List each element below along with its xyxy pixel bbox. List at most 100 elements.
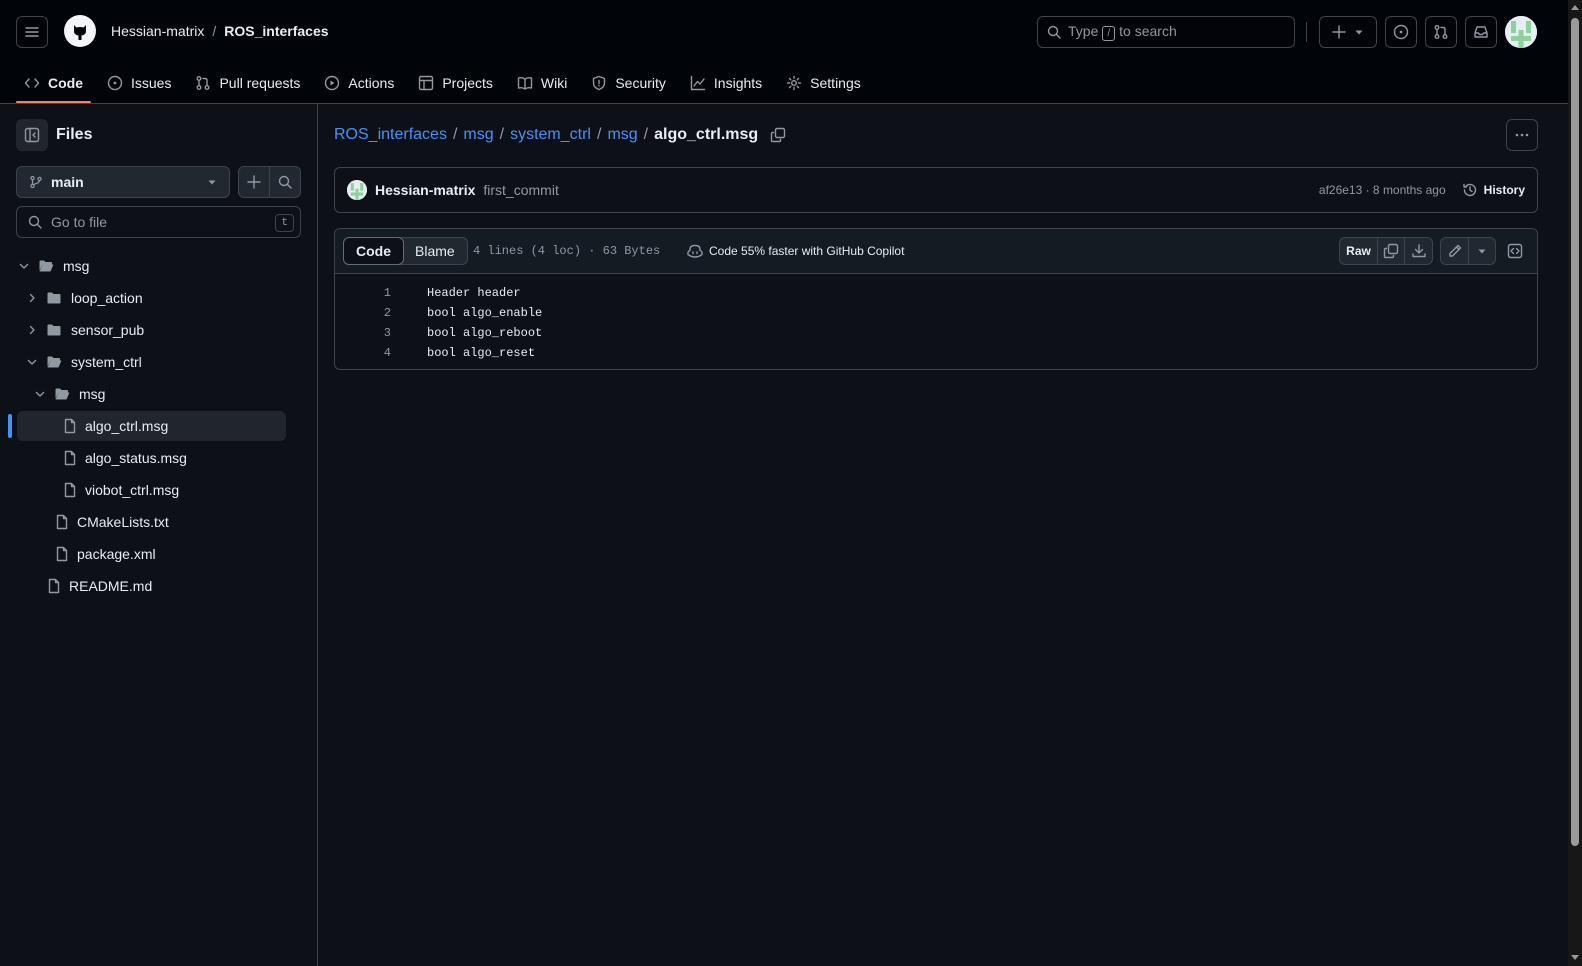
tree-item-label: sensor_pub	[71, 322, 145, 338]
collapse-sidebar-button[interactable]	[16, 119, 48, 151]
tree-file[interactable]: README.md	[0, 570, 318, 602]
tab-settings[interactable]: Settings	[778, 64, 869, 102]
file-path-breadcrumb: ROS_interfaces / msg / system_ctrl / msg…	[334, 126, 786, 144]
line-content: bool algo_reboot	[427, 326, 543, 340]
edit-options-dropdown[interactable]	[1469, 238, 1495, 264]
scroll-up-arrow[interactable]	[1571, 5, 1579, 10]
tab-wiki[interactable]: Wiki	[509, 64, 575, 102]
file-icon	[64, 482, 76, 498]
github-logo-icon[interactable]	[64, 15, 96, 47]
code-line: 1 Header header	[335, 283, 1537, 303]
branch-select-button[interactable]: main	[16, 166, 230, 198]
search-files-button[interactable]	[269, 166, 301, 198]
play-icon	[325, 75, 340, 91]
commit-author-link[interactable]: Hessian-matrix	[375, 182, 475, 198]
chevron-down-icon[interactable]	[18, 260, 30, 272]
branch-name: main	[51, 174, 84, 190]
line-number[interactable]: 1	[335, 286, 391, 300]
breadcrumb-separator: /	[212, 23, 217, 39]
more-options-button[interactable]	[1506, 119, 1538, 151]
page-scrollbar[interactable]	[1568, 0, 1582, 966]
tab-label: Security	[615, 75, 666, 91]
blame-view-tab[interactable]: Blame	[403, 238, 467, 264]
code-icon	[24, 78, 40, 88]
copy-icon	[770, 127, 786, 143]
line-number[interactable]: 4	[335, 346, 391, 360]
add-file-button[interactable]	[238, 166, 270, 198]
tree-file[interactable]: CMakeLists.txt	[0, 506, 318, 538]
copilot-icon	[687, 244, 703, 258]
edit-button-group	[1440, 237, 1496, 265]
file-icon	[64, 418, 76, 434]
user-avatar[interactable]	[1505, 16, 1537, 48]
search-icon	[28, 215, 42, 229]
symbols-panel-button[interactable]	[1501, 237, 1529, 265]
sidebar-collapse-icon	[24, 127, 40, 143]
tab-code[interactable]: Code	[16, 64, 91, 103]
go-to-file-input[interactable]: Go to file t	[16, 206, 301, 238]
tab-actions[interactable]: Actions	[316, 64, 402, 102]
chevron-down-icon[interactable]	[26, 356, 38, 368]
scroll-down-arrow[interactable]	[1571, 955, 1579, 960]
plus-icon	[1332, 25, 1346, 39]
global-search-input[interactable]: Type / to search	[1037, 16, 1295, 48]
tab-issues[interactable]: Issues	[99, 64, 179, 102]
view-toggle: Code Blame	[343, 237, 468, 265]
breadcrumb-separator: /	[643, 126, 649, 143]
kebab-horizontal-icon	[1515, 133, 1529, 137]
raw-button[interactable]: Raw	[1340, 238, 1378, 264]
breadcrumb-link-msg[interactable]: msg	[463, 126, 493, 144]
tree-item-label: algo_ctrl.msg	[85, 418, 169, 434]
tree-item-label: viobot_ctrl.msg	[85, 482, 180, 498]
tab-projects[interactable]: Projects	[410, 64, 501, 102]
file-icon	[56, 514, 68, 530]
breadcrumb-link-msg-sub[interactable]: msg	[607, 126, 637, 144]
commit-message-link[interactable]: first_commit	[483, 182, 558, 198]
history-button[interactable]: History	[1462, 182, 1525, 198]
chevron-right-icon[interactable]	[26, 292, 38, 304]
scroll-thumb[interactable]	[1571, 18, 1579, 846]
copy-path-button[interactable]	[770, 127, 786, 143]
pencil-icon	[1448, 244, 1461, 257]
tree-file[interactable]: algo_status.msg	[0, 442, 318, 474]
copy-raw-button[interactable]	[1378, 238, 1405, 264]
tree-item-label: system_ctrl	[71, 354, 142, 370]
breadcrumb-link-system-ctrl[interactable]: system_ctrl	[510, 126, 591, 144]
notifications-inbox-button[interactable]	[1465, 16, 1497, 48]
tree-folder[interactable]: msg	[0, 378, 318, 410]
breadcrumb-separator: /	[499, 126, 505, 143]
tree-folder[interactable]: sensor_pub	[0, 314, 318, 346]
pull-requests-button[interactable]	[1425, 16, 1457, 48]
edit-file-button[interactable]	[1441, 238, 1469, 264]
create-new-button[interactable]	[1319, 16, 1377, 48]
copilot-promo-link[interactable]: Code 55% faster with GitHub Copilot	[687, 243, 904, 259]
tree-file[interactable]: package.xml	[0, 538, 318, 570]
code-view-tab[interactable]: Code	[343, 237, 404, 265]
tree-folder[interactable]: system_ctrl	[0, 346, 318, 378]
tree-folder[interactable]: msg	[0, 250, 318, 282]
repo-link[interactable]: ROS_interfaces	[224, 23, 328, 39]
download-raw-button[interactable]	[1405, 238, 1432, 264]
tree-file[interactable]: algo_ctrl.msg	[0, 410, 318, 442]
tab-pull-requests[interactable]: Pull requests	[187, 64, 308, 102]
chevron-down-icon[interactable]	[34, 388, 46, 400]
commit-author-avatar[interactable]	[347, 180, 367, 200]
issues-button[interactable]	[1385, 16, 1417, 48]
tree-folder[interactable]: loop_action	[0, 282, 318, 314]
tree-item-label: msg	[63, 258, 90, 274]
search-icon	[278, 175, 292, 189]
commit-sha-and-date[interactable]: af26e13 · 8 months ago	[1319, 183, 1446, 197]
breadcrumb-link-repo[interactable]: ROS_interfaces	[334, 126, 447, 144]
line-number[interactable]: 2	[335, 306, 391, 320]
line-number[interactable]: 3	[335, 326, 391, 340]
owner-link[interactable]: Hessian-matrix	[111, 23, 204, 39]
hamburger-icon	[25, 27, 39, 37]
header-divider	[1306, 22, 1307, 42]
tree-file[interactable]: viobot_ctrl.msg	[0, 474, 318, 506]
menu-button[interactable]	[16, 16, 48, 48]
folder-open-icon	[47, 356, 62, 368]
tab-security[interactable]: Security	[583, 64, 674, 102]
tab-label: Wiki	[540, 75, 568, 91]
tab-insights[interactable]: Insights	[682, 64, 770, 102]
chevron-right-icon[interactable]	[26, 324, 38, 336]
